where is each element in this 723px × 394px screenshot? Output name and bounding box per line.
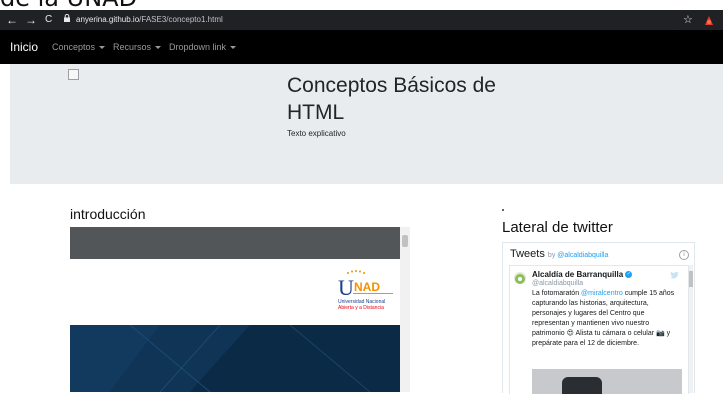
caret-down-icon — [99, 46, 106, 50]
twitter-scroll-thumb[interactable] — [689, 271, 693, 287]
unad-logo: U NAD Universidad Nacional Abierta y a D… — [334, 269, 396, 313]
tweet-author-label: Alcaldía de Barranquilla — [532, 270, 624, 279]
viewer-toolbar — [70, 227, 400, 259]
viewer-scroll-thumb[interactable] — [402, 235, 408, 247]
tweet-author-name[interactable]: Alcaldía de Barranquilla ✓ — [532, 270, 633, 279]
lock-icon — [64, 12, 72, 28]
broken-image-icon — [68, 69, 79, 80]
tweet-card[interactable]: Alcaldía de Barranquilla ✓ @alcaldiabqui… — [509, 265, 689, 394]
nav-item-label: Dropdown link — [169, 42, 227, 52]
section-title-introduccion: introducción — [70, 206, 146, 222]
url-path: /FASE3/concepto1.html — [139, 15, 223, 24]
tweet-text-part: cumple 15 años capturando las historias,… — [532, 290, 675, 347]
tweet-photo-subject — [562, 377, 602, 394]
stray-dot — [502, 209, 504, 211]
reload-icon[interactable]: C — [45, 12, 52, 28]
caret-down-icon — [155, 46, 162, 50]
extension-icon[interactable] — [703, 14, 715, 26]
svg-text:U: U — [338, 275, 354, 300]
page-title: Conceptos Básicos de HTML — [287, 74, 496, 124]
caret-down-icon — [230, 46, 237, 50]
nav-item-label: Conceptos — [52, 42, 96, 52]
embedded-slide-viewer[interactable]: U NAD Universidad Nacional Abierta y a D… — [70, 227, 410, 392]
tweet-text-part: La fotomaratón — [532, 290, 582, 297]
nav-item-dropdown-link[interactable]: Dropdown link — [169, 41, 237, 53]
svg-text:NAD: NAD — [354, 280, 380, 294]
slide-background-pattern — [70, 324, 400, 392]
sidebar-title: Lateral de twitter — [502, 219, 613, 236]
twitter-timeline-widget[interactable]: Tweets by @alcaldiabquilla i Alcaldía de… — [502, 242, 695, 394]
forward-icon[interactable]: → — [25, 12, 37, 28]
by-handle-link[interactable]: @alcaldiabquilla — [557, 252, 608, 259]
verified-badge-icon: ✓ — [625, 271, 633, 279]
nav-item-label: Recursos — [113, 42, 152, 52]
tweets-label: Tweets — [510, 248, 545, 260]
tweet-mention-link[interactable]: @miralcentro — [581, 290, 623, 297]
tweet-text: La fotomaratón @miralcentro cumple 15 añ… — [532, 289, 682, 349]
viewer-scrollbar[interactable] — [400, 227, 410, 392]
nav-item-conceptos[interactable]: Conceptos — [52, 41, 106, 53]
url-host: anyerina.github.io — [76, 15, 140, 24]
unad-logo-line2: Abierta y a Distancia — [338, 305, 384, 311]
avatar[interactable] — [514, 272, 526, 284]
tweet-author-handle[interactable]: @alcaldiabquilla — [532, 280, 583, 287]
twitter-bird-icon — [670, 271, 679, 281]
page-subtitle: Texto explicativo — [287, 129, 346, 138]
slide-body — [70, 324, 400, 392]
nav-item-recursos[interactable]: Recursos — [113, 41, 162, 53]
back-icon[interactable]: ← — [6, 12, 18, 28]
bookmark-star-icon[interactable]: ☆ — [683, 12, 693, 28]
jumbotron: Conceptos Básicos de HTML Texto explicat… — [10, 64, 723, 184]
twitter-widget-header: Tweets by @alcaldiabquilla — [510, 248, 608, 260]
site-navbar: Inicio Conceptos Recursos Dropdown link — [0, 30, 723, 64]
navbar-brand[interactable]: Inicio — [10, 39, 38, 55]
browser-toolbar: ← → C anyerina.github.io/FASE3/concepto1… — [0, 10, 723, 30]
address-bar[interactable]: anyerina.github.io/FASE3/concepto1.html — [64, 12, 684, 28]
tweet-photo[interactable] — [532, 369, 682, 394]
by-label: by — [547, 252, 556, 259]
info-icon[interactable]: i — [679, 250, 689, 260]
